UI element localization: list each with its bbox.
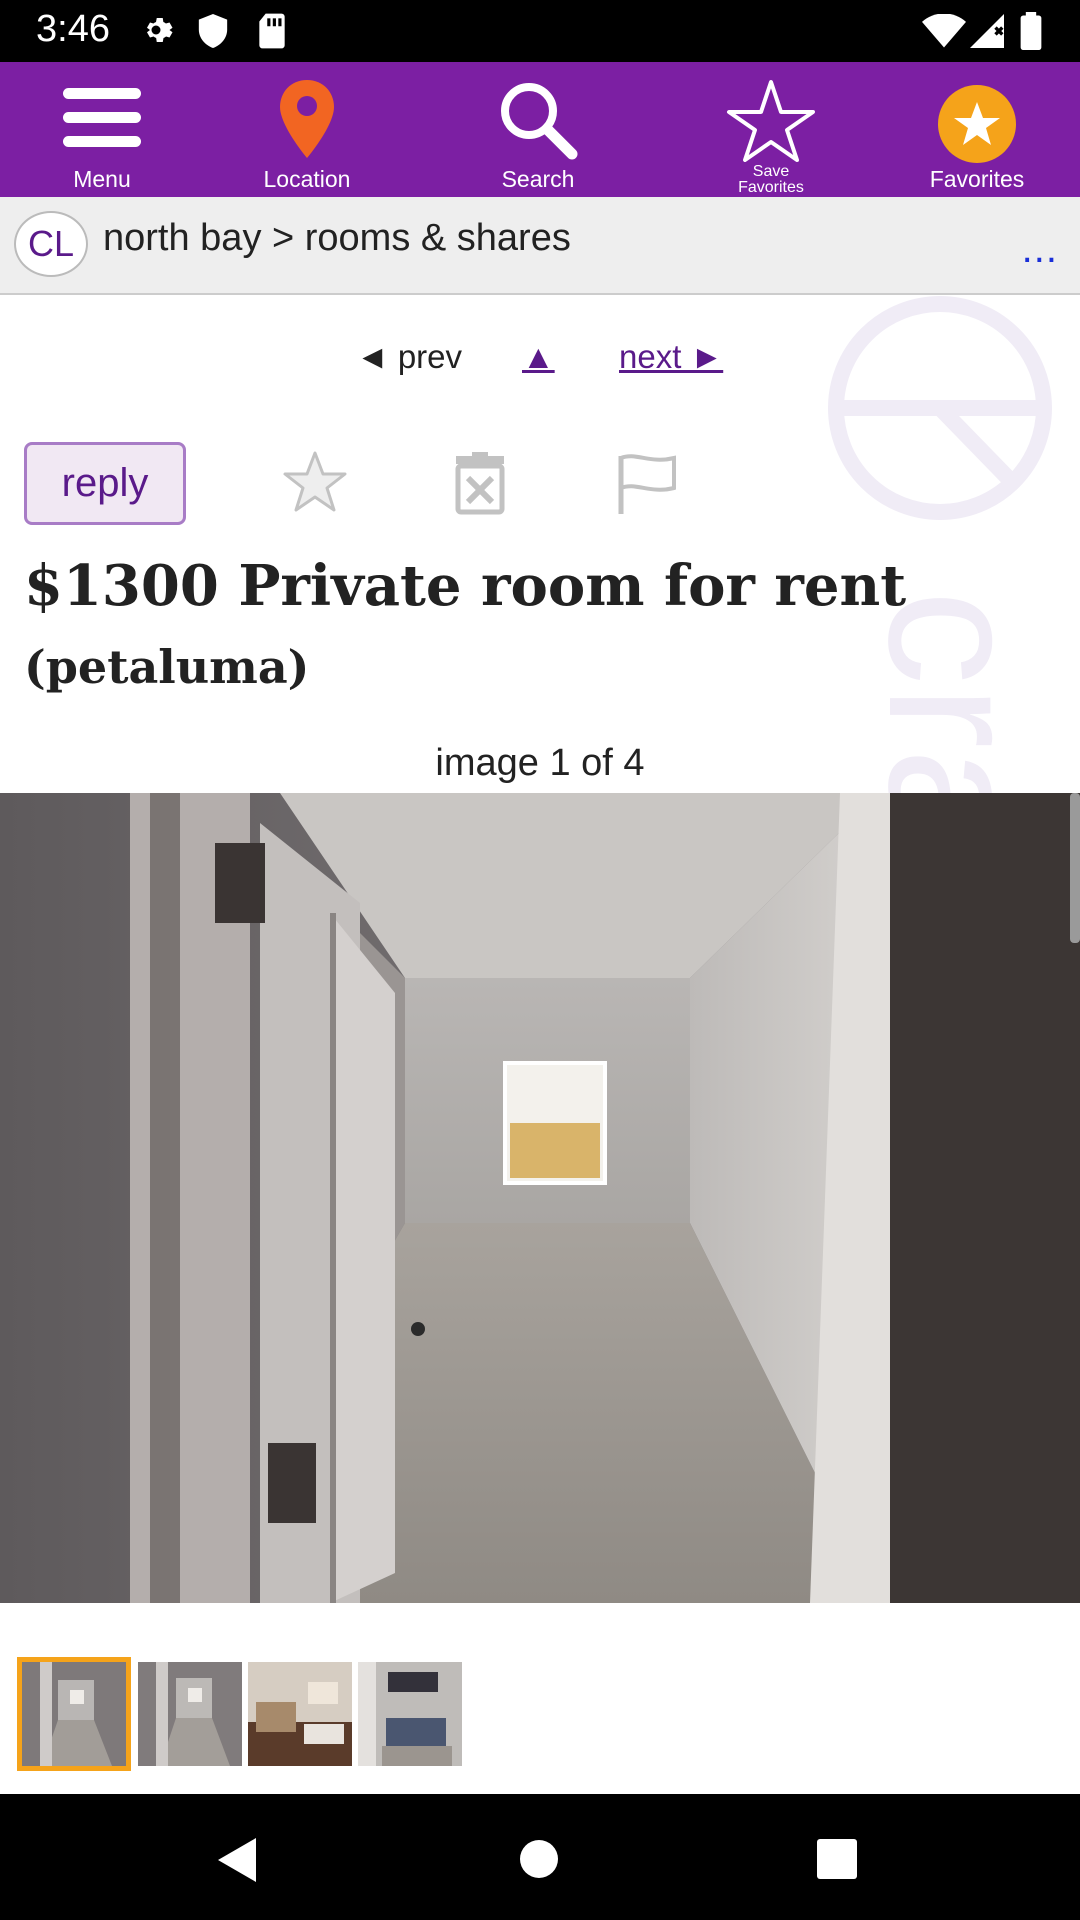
back-icon[interactable] bbox=[214, 1836, 258, 1884]
listing-photo[interactable] bbox=[0, 793, 1080, 1603]
recents-icon[interactable] bbox=[816, 1838, 858, 1880]
thumbnail-image bbox=[22, 1662, 126, 1766]
more-options-button[interactable]: ... bbox=[1022, 227, 1058, 272]
flag-icon[interactable] bbox=[616, 452, 678, 516]
craigslist-logo[interactable]: CL bbox=[14, 211, 88, 277]
thumbnail-4[interactable] bbox=[358, 1662, 462, 1766]
search-icon bbox=[501, 83, 578, 160]
thumbnail-1[interactable] bbox=[17, 1657, 131, 1771]
thumbnail-2[interactable] bbox=[138, 1662, 242, 1766]
next-link[interactable]: next ► bbox=[619, 338, 723, 376]
menu-label: Menu bbox=[73, 166, 131, 192]
favorites-star-icon bbox=[938, 85, 1016, 163]
breadcrumb-path[interactable]: north bay > rooms & shares bbox=[103, 217, 571, 260]
scrollbar-thumb[interactable] bbox=[1070, 793, 1080, 943]
battery-icon bbox=[1020, 12, 1042, 55]
wifi-icon bbox=[922, 13, 966, 53]
favorites-label: Favorites bbox=[929, 166, 1025, 192]
reply-button[interactable]: reply bbox=[24, 442, 186, 525]
app-toolbar: Menu Location Search Save Favorites Favo… bbox=[0, 62, 1080, 197]
up-link[interactable]: ▲ bbox=[522, 338, 555, 376]
home-icon[interactable] bbox=[518, 1838, 560, 1880]
thumbnail-image bbox=[248, 1662, 352, 1766]
post-navigation: ◄ prev ▲ next ► bbox=[0, 338, 1080, 388]
location-button[interactable]: Location bbox=[212, 62, 402, 197]
thumbnail-image bbox=[358, 1662, 462, 1766]
system-navigation-bar bbox=[0, 1794, 1080, 1920]
save-favorites-label: Save Favorites bbox=[738, 163, 804, 196]
favorite-star-icon[interactable] bbox=[282, 450, 348, 514]
search-button[interactable]: Search bbox=[443, 62, 633, 197]
location-pin-icon bbox=[280, 80, 334, 158]
shield-icon bbox=[196, 12, 230, 55]
signal-icon bbox=[970, 14, 1004, 53]
search-label: Search bbox=[501, 166, 575, 192]
sd-card-icon bbox=[256, 12, 288, 55]
image-caption: image 1 of 4 bbox=[435, 742, 645, 784]
status-bar: 3:46 bbox=[0, 0, 1080, 62]
prev-link[interactable]: ◄ prev bbox=[356, 338, 462, 376]
star-outline-icon bbox=[727, 80, 815, 162]
thumbnail-3[interactable] bbox=[248, 1662, 352, 1766]
settings-icon bbox=[138, 12, 174, 53]
room-photo-image bbox=[0, 793, 1080, 1603]
thumbnail-image bbox=[138, 1662, 242, 1766]
hide-icon[interactable] bbox=[450, 452, 510, 516]
listing-title: $1300 Private room for rent bbox=[24, 553, 907, 619]
save-favorites-button[interactable]: Save Favorites bbox=[676, 62, 866, 197]
breadcrumb: CL north bay > rooms & shares ... bbox=[0, 197, 1080, 295]
menu-icon bbox=[63, 88, 141, 147]
listing-location: (petaluma) bbox=[24, 640, 310, 694]
favorites-button[interactable]: Favorites bbox=[882, 62, 1072, 197]
status-time: 3:46 bbox=[36, 8, 110, 50]
menu-button[interactable]: Menu bbox=[7, 62, 197, 197]
location-label: Location bbox=[263, 166, 351, 192]
